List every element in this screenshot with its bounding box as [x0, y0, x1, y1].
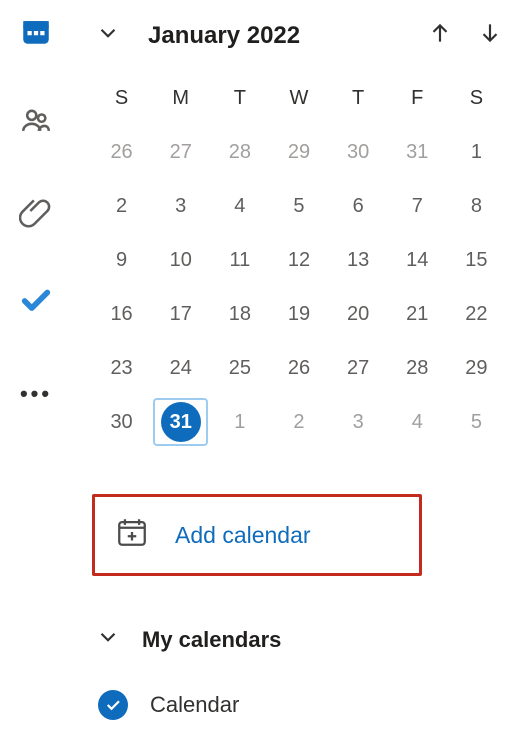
calendar-day[interactable]: 9	[94, 236, 149, 284]
more-icon: •••	[20, 381, 52, 407]
calendar-day[interactable]: 1	[449, 128, 504, 176]
prev-month-button[interactable]	[424, 20, 456, 52]
calendar-list-item[interactable]: Calendar	[92, 690, 506, 720]
day-of-week-header: S	[449, 74, 504, 122]
day-of-week-header: S	[94, 74, 149, 122]
calendar-day[interactable]: 4	[212, 182, 267, 230]
day-of-week-header: M	[153, 74, 208, 122]
rail-todo[interactable]	[6, 282, 66, 326]
calendar-day[interactable]: 1	[212, 398, 267, 446]
calendar-day[interactable]: 4	[390, 398, 445, 446]
calendar-day[interactable]: 28	[390, 344, 445, 392]
calendar-day[interactable]: 29	[449, 344, 504, 392]
rail-people[interactable]	[6, 102, 66, 146]
month-expand-toggle[interactable]	[92, 20, 124, 52]
calendar-day[interactable]: 3	[331, 398, 386, 446]
people-icon	[19, 104, 53, 144]
calendar-day[interactable]: 27	[331, 344, 386, 392]
arrow-up-icon	[427, 20, 453, 52]
calendar-day[interactable]: 24	[153, 344, 208, 392]
checkmark-icon	[19, 284, 53, 324]
calendar-day[interactable]: 19	[271, 290, 326, 338]
calendar-day[interactable]: 6	[331, 182, 386, 230]
calendar-day[interactable]: 14	[390, 236, 445, 284]
calendar-day[interactable]: 2	[271, 398, 326, 446]
calendar-day[interactable]: 17	[153, 290, 208, 338]
month-title[interactable]: January 2022	[148, 22, 300, 50]
calendar-day[interactable]: 30	[94, 398, 149, 446]
calendar-day[interactable]: 31	[390, 128, 445, 176]
my-calendars-label: My calendars	[142, 627, 281, 653]
my-calendars-section-header[interactable]: My calendars	[92, 624, 506, 656]
day-of-week-header: F	[390, 74, 445, 122]
calendar-day[interactable]: 18	[212, 290, 267, 338]
calendar-day[interactable]: 11	[212, 236, 267, 284]
add-calendar-icon	[115, 515, 149, 555]
calendar-day[interactable]: 5	[449, 398, 504, 446]
calendar-day[interactable]: 12	[271, 236, 326, 284]
calendar-day[interactable]: 15	[449, 236, 504, 284]
calendar-day[interactable]: 28	[212, 128, 267, 176]
calendar-icon	[19, 14, 53, 54]
calendar-day[interactable]: 27	[153, 128, 208, 176]
calendar-day[interactable]: 29	[271, 128, 326, 176]
calendar-day[interactable]: 7	[390, 182, 445, 230]
calendar-day[interactable]: 5	[271, 182, 326, 230]
next-month-button[interactable]	[474, 20, 506, 52]
calendar-day[interactable]: 23	[94, 344, 149, 392]
add-calendar-label: Add calendar	[175, 522, 311, 549]
calendar-day[interactable]: 31	[153, 398, 208, 446]
calendar-checked-icon[interactable]	[98, 690, 128, 720]
month-header: January 2022	[92, 20, 506, 52]
attachment-icon	[19, 194, 53, 234]
calendar-day[interactable]: 30	[331, 128, 386, 176]
day-of-week-header: W	[271, 74, 326, 122]
calendar-day[interactable]: 25	[212, 344, 267, 392]
calendar-day[interactable]: 3	[153, 182, 208, 230]
calendar-day[interactable]: 22	[449, 290, 504, 338]
calendar-name: Calendar	[150, 692, 239, 718]
rail-more[interactable]: •••	[6, 372, 66, 416]
chevron-down-icon	[95, 624, 121, 656]
my-calendars-toggle[interactable]	[92, 624, 124, 656]
calendar-pane: January 2022 SMTWTFS26272829303112345678…	[72, 0, 526, 736]
chevron-down-icon	[95, 20, 121, 52]
calendar-day[interactable]: 20	[331, 290, 386, 338]
calendar-day[interactable]: 10	[153, 236, 208, 284]
calendar-day[interactable]: 13	[331, 236, 386, 284]
day-of-week-header: T	[212, 74, 267, 122]
calendar-day[interactable]: 8	[449, 182, 504, 230]
rail-files[interactable]	[6, 192, 66, 236]
day-of-week-header: T	[331, 74, 386, 122]
calendar-day[interactable]: 16	[94, 290, 149, 338]
calendar-day[interactable]: 2	[94, 182, 149, 230]
add-calendar-button[interactable]: Add calendar	[92, 494, 422, 576]
calendar-day[interactable]: 26	[271, 344, 326, 392]
calendar-day[interactable]: 26	[94, 128, 149, 176]
calendar-day[interactable]: 21	[390, 290, 445, 338]
app-rail: •••	[0, 0, 72, 736]
arrow-down-icon	[477, 20, 503, 52]
rail-calendar[interactable]	[6, 12, 66, 56]
mini-calendar-grid: SMTWTFS262728293031123456789101112131415…	[94, 74, 504, 446]
